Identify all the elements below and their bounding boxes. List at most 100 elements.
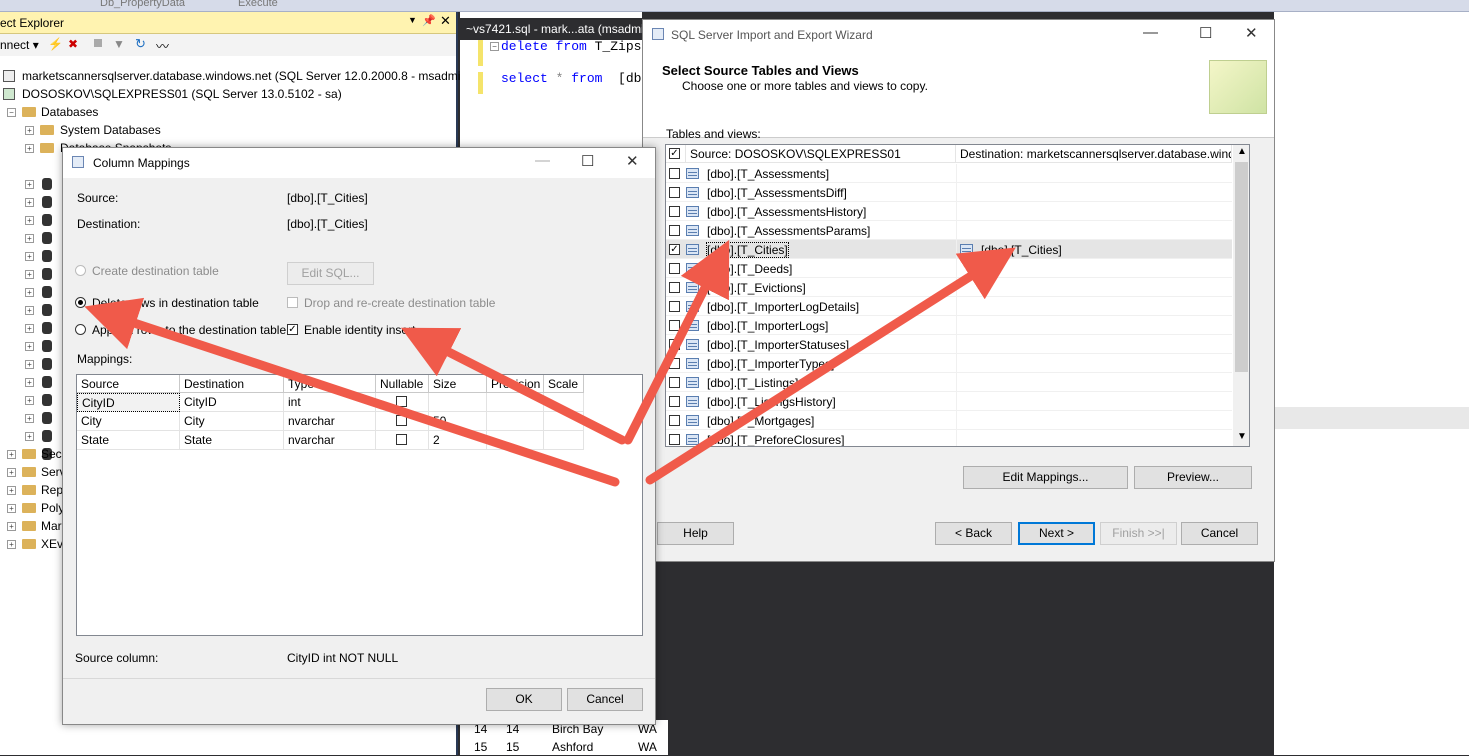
mapping-cell-source[interactable]: CityID (77, 393, 180, 412)
expand-icon[interactable]: + (25, 144, 34, 153)
disconnect-icon[interactable]: ✖ (68, 37, 78, 51)
mapping-cell-destination[interactable]: State (180, 431, 284, 450)
append-rows-radio[interactable] (75, 324, 86, 335)
expand-icon[interactable]: + (25, 396, 34, 405)
mapping-cell-nullable[interactable] (376, 393, 429, 412)
scrollbar[interactable]: ▲ ▼ (1233, 145, 1249, 446)
mapping-column-header[interactable]: Precision (487, 375, 544, 393)
nullable-checkbox[interactable] (396, 396, 407, 407)
expand-icon[interactable]: + (25, 180, 34, 189)
preview-button[interactable]: Preview... (1134, 466, 1252, 489)
minimize-icon[interactable]: — (535, 152, 550, 169)
row-checkbox[interactable] (669, 301, 680, 312)
drop-recreate-checkbox[interactable] (287, 297, 298, 308)
connect-icon[interactable]: ⚡ (48, 37, 63, 51)
database-select[interactable]: Db_PropertyData (100, 0, 185, 9)
mapping-cell-source[interactable]: City (77, 412, 180, 431)
mapping-column-header[interactable]: Destination (180, 375, 284, 393)
cancel-button[interactable]: Cancel (567, 688, 643, 711)
destination-table-name[interactable]: [dbo].[T_Cities] (981, 243, 1062, 257)
expand-icon[interactable]: + (25, 342, 34, 351)
results-grid[interactable]: 14 14 Birch Bay WA 15 15 Ashford WA (468, 720, 668, 755)
expand-icon[interactable]: + (25, 288, 34, 297)
create-destination-radio[interactable] (75, 265, 86, 276)
activity-monitor-icon[interactable]: 〰 (156, 36, 169, 55)
table-row[interactable]: [dbo].[T_AssessmentsParams] (666, 221, 1232, 240)
mapping-cell-destination[interactable]: CityID (180, 393, 284, 412)
select-all-checkbox[interactable]: ✓ (669, 148, 680, 159)
cancel-button[interactable]: Cancel (1181, 522, 1258, 545)
mapping-cell-size[interactable]: 2 (429, 431, 487, 450)
nullable-checkbox[interactable] (396, 415, 407, 426)
mapping-cell-scale[interactable] (544, 431, 584, 450)
finish-button[interactable]: Finish >>| (1100, 522, 1177, 545)
destination-column-header[interactable]: Destination: marketscannersqlserver.data… (956, 145, 1232, 163)
expand-icon[interactable]: + (25, 414, 34, 423)
expand-icon[interactable]: + (7, 540, 16, 549)
mapping-cell-type[interactable]: int (284, 393, 376, 412)
mapping-cell-type[interactable]: nvarchar (284, 412, 376, 431)
expand-icon[interactable]: + (25, 234, 34, 243)
enable-identity-checkbox[interactable]: ✓ (287, 324, 298, 335)
row-checkbox[interactable] (669, 415, 680, 426)
expand-icon[interactable]: + (25, 378, 34, 387)
row-checkbox[interactable] (669, 358, 680, 369)
mapping-column-header[interactable]: Nullable (376, 375, 429, 393)
mapping-column-header[interactable]: Source (77, 375, 180, 393)
row-checkbox[interactable] (669, 434, 680, 445)
table-row[interactable]: [dbo].[T_PreforeClosures] (666, 430, 1232, 446)
table-row[interactable]: [dbo].[T_Assessments] (666, 164, 1232, 183)
mapping-cell-scale[interactable] (544, 412, 584, 431)
row-checkbox[interactable] (669, 339, 680, 350)
table-row[interactable]: 15 15 Ashford WA (468, 738, 668, 756)
mapping-cell-precision[interactable] (487, 393, 544, 412)
table-row[interactable]: [dbo].[T_AssessmentsDiff] (666, 183, 1232, 202)
expand-icon[interactable]: + (25, 360, 34, 369)
expand-icon[interactable]: + (25, 324, 34, 333)
expand-icon[interactable]: + (7, 450, 16, 459)
pin-icon[interactable]: 📌 (422, 14, 436, 27)
table-row[interactable]: [dbo].[T_ListingsHistory] (666, 392, 1232, 411)
refresh-icon[interactable]: ↻ (135, 36, 146, 52)
close-icon[interactable]: ✕ (1245, 24, 1258, 42)
row-checkbox[interactable]: ✓ (669, 244, 680, 255)
mapping-column-header[interactable]: Scale (544, 375, 584, 393)
scroll-thumb[interactable] (1235, 162, 1248, 372)
table-row[interactable]: [dbo].[T_ImporterLogs] (666, 316, 1232, 335)
mapping-column-header[interactable]: Type (284, 375, 376, 393)
edit-mappings-button[interactable]: Edit Mappings... (963, 466, 1128, 489)
ok-button[interactable]: OK (486, 688, 562, 711)
mapping-cell-source[interactable]: State (77, 431, 180, 450)
expand-icon[interactable]: + (25, 306, 34, 315)
row-checkbox[interactable] (669, 206, 680, 217)
expand-icon[interactable]: + (7, 522, 16, 531)
row-checkbox[interactable] (669, 187, 680, 198)
table-row[interactable]: [dbo].[T_Evictions] (666, 278, 1232, 297)
table-row[interactable]: [dbo].[T_ImporterTypes] (666, 354, 1232, 373)
delete-rows-radio[interactable] (75, 297, 86, 308)
expand-icon[interactable]: + (25, 126, 34, 135)
tables-and-views-list[interactable]: ✓ Source: DOSOSKOV\SQLEXPRESS01 Destinat… (665, 144, 1250, 447)
filter-icon[interactable]: ▼ (113, 37, 125, 51)
scroll-up-icon[interactable]: ▲ (1237, 146, 1247, 157)
row-checkbox[interactable] (669, 377, 680, 388)
collapse-icon[interactable]: − (7, 108, 16, 117)
table-row[interactable]: [dbo].[T_Listings] (666, 373, 1232, 392)
mapping-cell-nullable[interactable] (376, 412, 429, 431)
mapping-cell-scale[interactable] (544, 393, 584, 412)
maximize-icon[interactable]: ☐ (581, 152, 594, 170)
mapping-column-header[interactable]: Size (429, 375, 487, 393)
dropdown-icon[interactable]: ▼ (408, 15, 417, 25)
table-row[interactable]: [dbo].[T_Deeds] (666, 259, 1232, 278)
execute-button[interactable]: Execute (238, 0, 278, 9)
expand-icon[interactable]: + (7, 504, 16, 513)
nullable-checkbox[interactable] (396, 434, 407, 445)
editor-tab[interactable]: ~vs7421.sql - mark...ata (msadmin (460, 18, 642, 40)
close-icon[interactable]: ✕ (440, 13, 451, 29)
expand-icon[interactable]: + (25, 270, 34, 279)
scroll-down-icon[interactable]: ▼ (1237, 431, 1247, 442)
mappings-grid[interactable]: Source Destination Type Nullable Size Precisi… (76, 374, 643, 636)
mapping-cell-precision[interactable] (487, 431, 544, 450)
mapping-cell-nullable[interactable] (376, 431, 429, 450)
mapping-cell-type[interactable]: nvarchar (284, 431, 376, 450)
